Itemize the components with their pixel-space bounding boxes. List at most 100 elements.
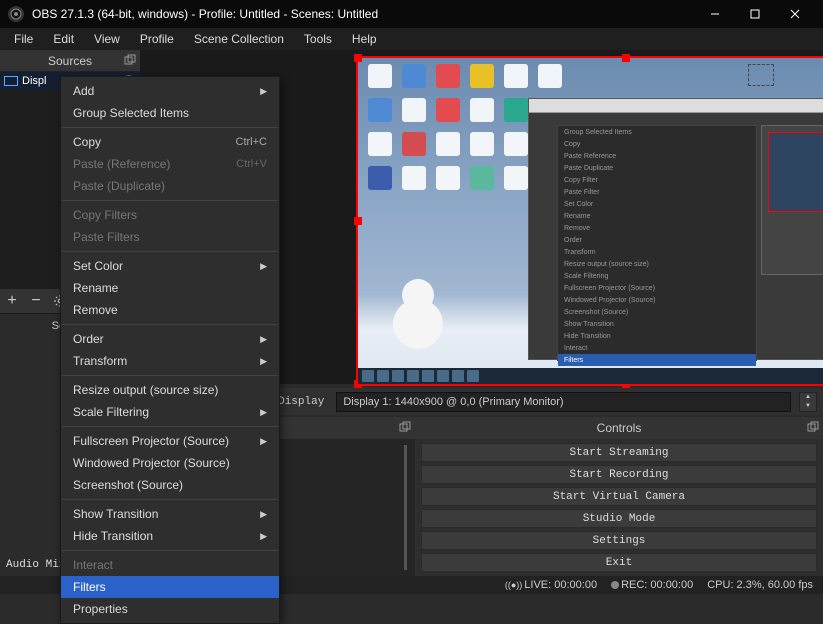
submenu-arrow-icon: ▶ <box>260 531 267 542</box>
source-item-label: Displ <box>22 75 46 87</box>
controls-dock-header: Controls <box>415 417 823 439</box>
context-item-label: Hide Transition <box>73 529 153 543</box>
studio-mode-button[interactable]: Studio Mode <box>421 509 817 528</box>
submenu-arrow-icon: ▶ <box>260 261 267 272</box>
resize-handle[interactable] <box>622 54 630 62</box>
context-menu-item[interactable]: Add▶ <box>61 80 279 102</box>
menu-edit[interactable]: Edit <box>43 30 84 48</box>
display-select[interactable]: Display 1: 1440x900 @ 0,0 (Primary Monit… <box>336 392 791 412</box>
display-label: Display <box>274 396 328 408</box>
remove-source-button[interactable]: − <box>24 289 48 313</box>
preview-canvas[interactable]: Group Selected ItemsCopyPaste ReferenceP… <box>356 56 823 386</box>
controls-header-label: Controls <box>597 421 642 435</box>
context-item-label: Set Color <box>73 259 123 273</box>
resize-handle[interactable] <box>354 54 362 62</box>
context-menu-item[interactable]: Fullscreen Projector (Source) ▶ <box>61 430 279 452</box>
preview-decor-snowman <box>388 269 448 349</box>
maximize-button[interactable] <box>735 0 775 28</box>
context-menu-item: Interact <box>61 554 279 576</box>
menu-view[interactable]: View <box>84 30 130 48</box>
dock-popout-icon[interactable] <box>399 421 411 433</box>
context-item-label: Paste Filters <box>73 230 140 244</box>
menu-file[interactable]: File <box>4 30 43 48</box>
preview-nested-window: Group Selected ItemsCopyPaste ReferenceP… <box>528 98 823 360</box>
settings-button[interactable]: Settings <box>421 531 817 550</box>
context-item-shortcut: Ctrl+C <box>236 136 267 148</box>
context-menu-item[interactable]: Show Transition ▶ <box>61 503 279 525</box>
context-menu-item[interactable]: Set Color ▶ <box>61 255 279 277</box>
rec-dot-icon <box>611 581 619 589</box>
context-menu-item[interactable]: Screenshot (Source) <box>61 474 279 496</box>
obs-logo-icon <box>8 6 24 22</box>
context-item-shortcut: Ctrl+V <box>236 158 267 170</box>
context-menu-item[interactable]: Remove <box>61 299 279 321</box>
preview-taskbar <box>358 368 823 384</box>
context-menu-item[interactable]: Scale Filtering ▶ <box>61 401 279 423</box>
menu-separator <box>62 200 278 201</box>
context-item-label: Copy <box>73 135 101 149</box>
context-menu-item[interactable]: Transform▶ <box>61 350 279 372</box>
menu-help[interactable]: Help <box>342 30 387 48</box>
context-item-label: Add <box>73 84 94 98</box>
menu-separator <box>62 375 278 376</box>
context-item-label: Show Transition <box>73 507 158 521</box>
minimize-button[interactable] <box>695 0 735 28</box>
context-item-label: Group Selected Items <box>73 106 189 120</box>
scrollbar[interactable] <box>404 445 407 570</box>
menu-tools[interactable]: Tools <box>294 30 342 48</box>
context-menu-item: Copy Filters <box>61 204 279 226</box>
context-menu-item[interactable]: Order ▶ <box>61 328 279 350</box>
sources-dock-header: Sources <box>0 50 140 72</box>
context-item-label: Fullscreen Projector (Source) <box>73 434 229 448</box>
menu-profile[interactable]: Profile <box>130 30 184 48</box>
resize-handle[interactable] <box>354 217 362 225</box>
context-menu-item[interactable]: Windowed Projector (Source) <box>61 452 279 474</box>
dock-popout-icon[interactable] <box>124 54 136 66</box>
menu-separator <box>62 426 278 427</box>
menu-separator <box>62 324 278 325</box>
submenu-arrow-icon: ▶ <box>260 407 267 418</box>
submenu-arrow-icon: ▶ <box>260 334 267 345</box>
context-item-label: Copy Filters <box>73 208 137 222</box>
context-item-label: Rename <box>73 281 118 295</box>
rec-indicator: REC: 00:00:00 <box>611 579 693 591</box>
display-spinner[interactable]: ▲▼ <box>799 392 817 412</box>
add-source-button[interactable]: + <box>0 289 24 313</box>
window-title: OBS 27.1.3 (64-bit, windows) - Profile: … <box>32 7 695 21</box>
context-item-label: Transform <box>73 354 127 368</box>
context-menu-item[interactable]: Filters <box>61 576 279 598</box>
menu-separator <box>62 550 278 551</box>
context-menu-item[interactable]: Copy Ctrl+C <box>61 131 279 153</box>
context-item-label: Resize output (source size) <box>73 383 218 397</box>
start-recording-button[interactable]: Start Recording <box>421 465 817 484</box>
context-item-label: Remove <box>73 303 118 317</box>
menu-scene-collection[interactable]: Scene Collection <box>184 30 294 48</box>
live-indicator: ((●)) LIVE: 00:00:00 <box>505 579 597 591</box>
menubar: File Edit View Profile Scene Collection … <box>0 28 823 50</box>
context-menu-item[interactable]: Properties <box>61 598 279 620</box>
start-streaming-button[interactable]: Start Streaming <box>421 443 817 462</box>
preview-camera-icon <box>748 64 774 86</box>
context-item-label: Order <box>73 332 104 346</box>
context-menu-item[interactable]: Rename <box>61 277 279 299</box>
context-item-label: Scale Filtering <box>73 405 149 419</box>
context-item-label: Windowed Projector (Source) <box>73 456 230 470</box>
menu-separator <box>62 127 278 128</box>
close-button[interactable] <box>775 0 815 28</box>
titlebar: OBS 27.1.3 (64-bit, windows) - Profile: … <box>0 0 823 28</box>
context-menu-item: Paste (Duplicate) <box>61 175 279 197</box>
source-context-menu[interactable]: Add▶Group Selected ItemsCopyCtrl+CPaste … <box>60 76 280 624</box>
start-virtual-camera-button[interactable]: Start Virtual Camera <box>421 487 817 506</box>
context-menu-item: Paste (Reference)Ctrl+V <box>61 153 279 175</box>
menu-separator <box>62 251 278 252</box>
submenu-arrow-icon: ▶ <box>260 509 267 520</box>
context-item-label: Paste (Duplicate) <box>73 179 165 193</box>
exit-button[interactable]: Exit <box>421 553 817 572</box>
context-menu-item[interactable]: Resize output (source size) <box>61 379 279 401</box>
context-menu-item[interactable]: Hide Transition ▶ <box>61 525 279 547</box>
context-menu-item[interactable]: Group Selected Items <box>61 102 279 124</box>
dock-popout-icon[interactable] <box>807 421 819 433</box>
context-item-label: Filters <box>73 580 106 594</box>
submenu-arrow-icon: ▶ <box>260 436 267 447</box>
display-capture-icon <box>4 76 18 86</box>
